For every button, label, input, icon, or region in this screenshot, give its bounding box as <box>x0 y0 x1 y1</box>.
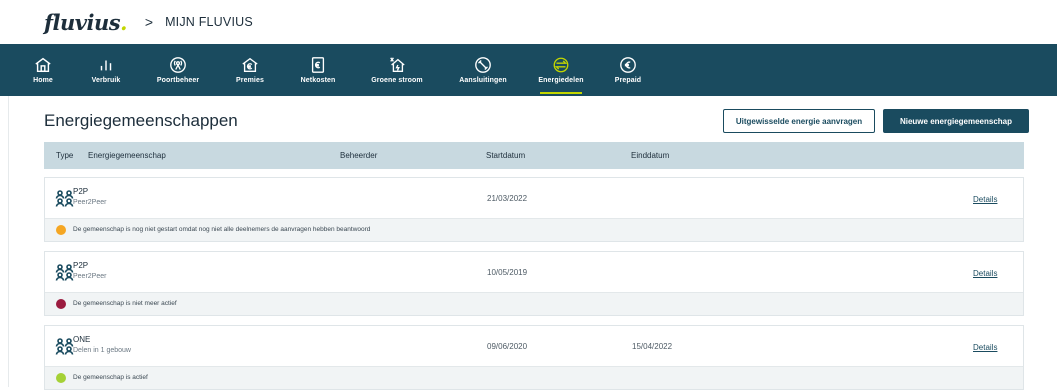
community-card: P2P Peer2Peer 10/05/2019 Details De geme… <box>44 251 1024 316</box>
table-row: P2P Peer2Peer 10/05/2019 Details <box>45 252 1023 292</box>
fluvius-logo[interactable]: fluvius. <box>44 10 127 35</box>
nav-item-aansluitingen[interactable]: Aansluitingen <box>456 44 510 96</box>
brand-bar: fluvius. > MIJN FLUVIUS <box>0 0 1057 44</box>
new-energy-community-button[interactable]: Nieuwe energiegemeenschap <box>883 109 1029 133</box>
status-dot-active <box>56 373 66 383</box>
status-bar: De gemeenschap is niet meer actief <box>45 292 1023 315</box>
column-header-start: Startdatum <box>486 151 526 160</box>
column-header-end: Einddatum <box>631 151 670 160</box>
start-date: 09/06/2020 <box>487 342 528 351</box>
status-bar: De gemeenschap is nog niet gestart omdat… <box>45 218 1023 241</box>
details-link[interactable]: Details <box>973 343 997 352</box>
page-left-border <box>8 96 9 387</box>
nav-item-poortbeheer[interactable]: Poortbeheer <box>154 44 202 96</box>
nav-item-groene-stroom[interactable]: Groene stroom <box>368 44 426 96</box>
page-header: Energiegemeenschappen Uitgewisselde ener… <box>44 107 1057 135</box>
energy-sharing-icon <box>553 57 569 73</box>
column-header-type: Type <box>56 151 74 160</box>
community-name: P2P <box>73 261 89 270</box>
plug-icon <box>475 57 491 73</box>
status-text: De gemeenschap is nog niet gestart omdat… <box>73 226 371 233</box>
status-dot-pending <box>56 225 66 235</box>
request-exchanged-energy-button[interactable]: Uitgewisselde energie aanvragen <box>723 109 875 133</box>
people-group-icon <box>55 338 74 355</box>
status-dot-inactive <box>56 299 66 309</box>
table-row: ONE Delen in 1 gebouw 09/06/2020 15/04/2… <box>45 326 1023 366</box>
details-link[interactable]: Details <box>973 269 997 278</box>
table-header: Type Energiegemeenschap Beheerder Startd… <box>44 142 1024 169</box>
community-type: Peer2Peer <box>73 199 107 206</box>
community-type: Peer2Peer <box>73 273 107 280</box>
nav-item-verbruik[interactable]: Verbruik <box>88 44 124 96</box>
status-text: De gemeenschap is niet meer actief <box>73 300 177 307</box>
breadcrumb-mijn-fluvius[interactable]: MIJN FLUVIUS <box>165 15 253 29</box>
people-group-icon <box>55 190 74 207</box>
nav-item-premies[interactable]: Premies <box>232 44 268 96</box>
nav-item-prepaid[interactable]: Prepaid <box>612 44 644 96</box>
bar-chart-icon <box>100 60 112 71</box>
euro-house-icon <box>242 57 258 72</box>
start-date: 21/03/2022 <box>487 194 528 203</box>
community-card: ONE Delen in 1 gebouw 09/06/2020 15/04/2… <box>44 325 1024 390</box>
breadcrumb-separator: > <box>144 14 154 30</box>
community-name: P2P <box>73 187 89 196</box>
table-row: P2P Peer2Peer 21/03/2022 Details <box>45 178 1023 218</box>
status-text: De gemeenschap is actief <box>73 374 148 381</box>
euro-circle-icon <box>620 57 636 73</box>
details-link[interactable]: Details <box>973 195 997 204</box>
euro-document-icon <box>311 57 325 73</box>
home-icon <box>35 57 51 73</box>
nav-item-home[interactable]: Home <box>28 44 58 96</box>
page-title: Energiegemeenschappen <box>44 111 238 130</box>
status-bar: De gemeenschap is actief <box>45 366 1023 389</box>
antenna-icon <box>170 57 186 73</box>
column-header-manager: Beheerder <box>340 151 378 160</box>
main-nav: Home Verbruik Poortbeheer Premies Netkos… <box>0 44 1057 96</box>
community-type: Delen in 1 gebouw <box>73 347 131 354</box>
end-date: 15/04/2022 <box>632 342 673 351</box>
community-card: P2P Peer2Peer 21/03/2022 Details De geme… <box>44 177 1024 242</box>
community-name: ONE <box>73 335 91 344</box>
green-energy-house-icon <box>390 57 405 72</box>
nav-item-netkosten[interactable]: Netkosten <box>298 44 338 96</box>
start-date: 10/05/2019 <box>487 268 528 277</box>
column-header-community: Energiegemeenschap <box>88 151 166 160</box>
nav-item-energiedelen[interactable]: Energiedelen <box>536 44 586 96</box>
people-group-icon <box>55 264 74 281</box>
